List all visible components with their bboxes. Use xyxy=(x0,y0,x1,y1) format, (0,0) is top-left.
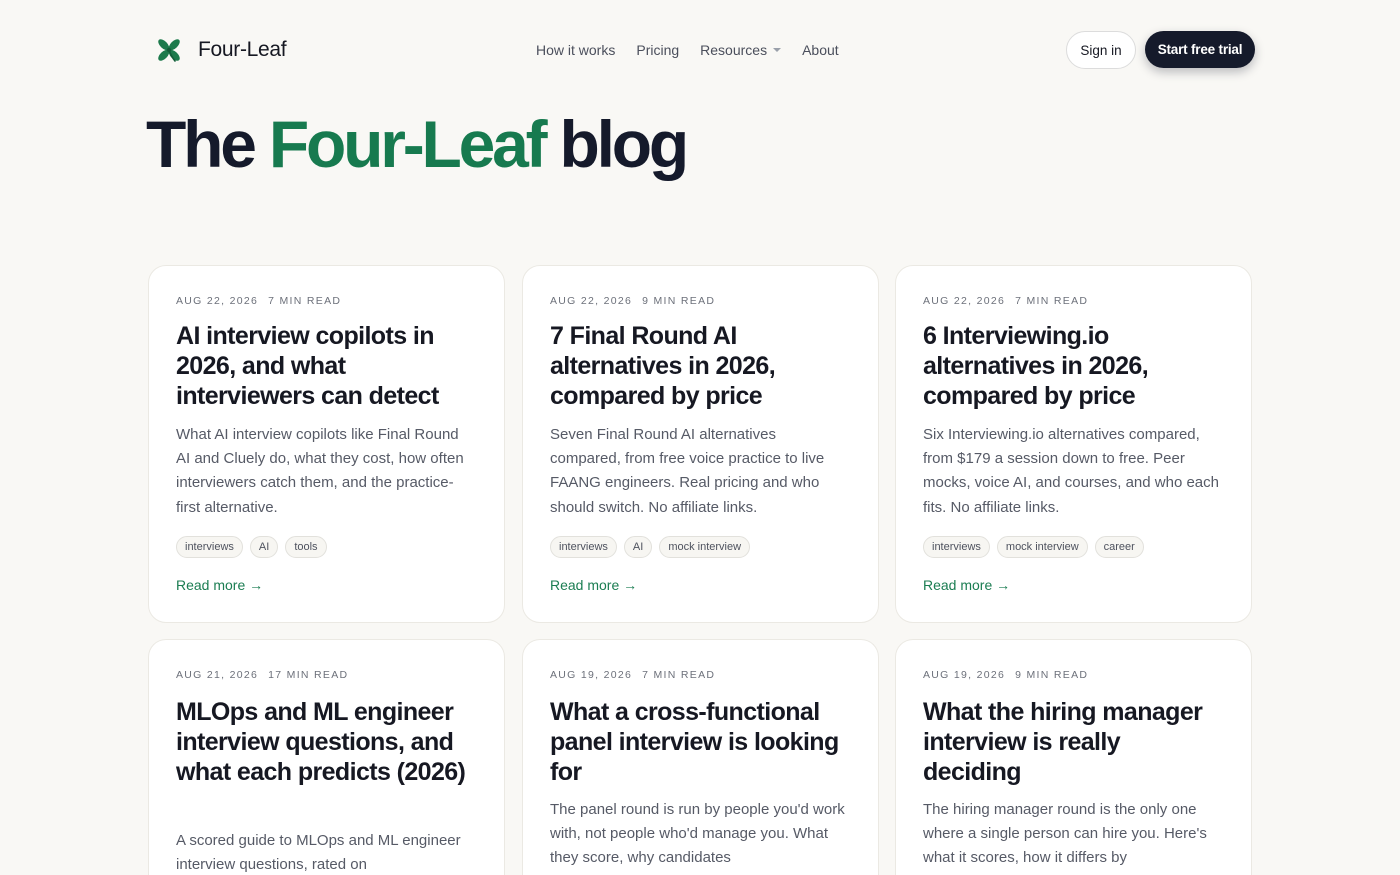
post-title[interactable]: AI interview copilots in 2026, and what … xyxy=(176,321,476,411)
post-tags: interviews mock interview career xyxy=(923,536,1144,558)
main-nav: How it works Pricing Resources About xyxy=(536,40,839,60)
read-more-link[interactable]: Read more → xyxy=(550,577,637,593)
brand-logo[interactable]: Four-Leaf xyxy=(152,34,287,66)
post-date: AUG 22, 2026 xyxy=(923,295,1006,307)
post-card[interactable]: AUG 22, 2026 9 MIN READ 7 Final Round AI … xyxy=(522,265,879,623)
post-excerpt: Six Interviewing.io alternatives compare… xyxy=(923,426,1219,516)
post-title[interactable]: MLOps and ML engineer interview question… xyxy=(176,697,476,787)
post-meta: AUG 22, 2026 7 MIN READ xyxy=(176,295,341,307)
post-meta: AUG 22, 2026 7 MIN READ xyxy=(923,295,1088,307)
post-title[interactable]: 6 Interviewing.io alternatives in 2026, … xyxy=(923,321,1223,411)
post-date: AUG 22, 2026 xyxy=(550,295,633,307)
post-meta: AUG 21, 2026 17 MIN READ xyxy=(176,669,348,681)
tag-chip[interactable]: mock interview xyxy=(659,536,751,558)
sign-in-button[interactable]: Sign in xyxy=(1066,31,1136,69)
post-meta: AUG 19, 2026 7 MIN READ xyxy=(550,669,715,681)
post-card[interactable]: AUG 22, 2026 7 MIN READ AI interview copi… xyxy=(148,265,505,623)
nav-label: How it works xyxy=(536,42,616,58)
title-accent: Four-Leaf xyxy=(268,107,548,181)
read-more-link[interactable]: Read more → xyxy=(176,577,263,593)
tag-chip[interactable]: tools xyxy=(285,536,327,558)
post-date: AUG 19, 2026 xyxy=(923,669,1006,681)
start-free-trial-button[interactable]: Start free trial xyxy=(1145,31,1255,68)
blog-page: Four-Leaf How it works Pricing Resources… xyxy=(0,0,1400,875)
post-read-time: 9 MIN READ xyxy=(1015,669,1089,681)
tag-chip[interactable]: interviews xyxy=(176,536,243,558)
brand-name: Four-Leaf xyxy=(198,38,287,61)
nav-resources-dropdown[interactable]: Resources xyxy=(700,42,782,58)
tag-chip[interactable]: AI xyxy=(623,536,653,558)
title-prefix: The xyxy=(146,107,257,181)
post-tags: interviews AI mock interview xyxy=(550,536,751,558)
four-leaf-icon xyxy=(152,35,186,65)
nav-about[interactable]: About xyxy=(802,42,839,58)
tag-chip[interactable]: interviews xyxy=(923,536,990,558)
post-excerpt: The hiring manager round is the only one… xyxy=(923,801,1207,867)
post-read-time: 7 MIN READ xyxy=(1015,295,1089,307)
tag-chip[interactable]: AI xyxy=(249,536,279,558)
post-meta: AUG 19, 2026 9 MIN READ xyxy=(923,669,1088,681)
post-card[interactable]: AUG 19, 2026 7 MIN READ What a cross-func… xyxy=(522,639,879,875)
nav-pricing[interactable]: Pricing xyxy=(636,42,679,58)
nav-how-it-works[interactable]: How it works xyxy=(536,42,615,58)
post-read-time: 17 MIN READ xyxy=(268,669,349,681)
post-card[interactable]: AUG 21, 2026 17 MIN READ MLOps and ML eng… xyxy=(148,639,505,875)
post-excerpt: What AI interview copilots like Final Ro… xyxy=(176,426,464,516)
post-date: AUG 22, 2026 xyxy=(176,295,259,307)
nav-label: Pricing xyxy=(636,42,680,58)
post-title[interactable]: 7 Final Round AI alternatives in 2026, c… xyxy=(550,321,850,411)
post-read-time: 7 MIN READ xyxy=(642,669,716,681)
post-read-time: 7 MIN READ xyxy=(268,295,342,307)
post-tags: interviews AI tools xyxy=(176,536,327,558)
post-date: AUG 19, 2026 xyxy=(550,669,633,681)
post-title[interactable]: What a cross-functional panel interview … xyxy=(550,697,850,787)
read-more-link[interactable]: Read more → xyxy=(923,577,1010,593)
site-header: Four-Leaf How it works Pricing Resources… xyxy=(0,0,1400,100)
tag-chip[interactable]: career xyxy=(1094,536,1144,558)
tag-chip[interactable]: mock interview xyxy=(996,536,1088,558)
page-title: The Four-Leaf blog xyxy=(146,104,690,184)
post-read-time: 9 MIN READ xyxy=(642,295,716,307)
post-date: AUG 21, 2026 xyxy=(176,669,259,681)
chevron-down-icon xyxy=(773,48,782,52)
nav-label: Resources xyxy=(700,42,768,58)
post-excerpt: Seven Final Round AI alternatives compar… xyxy=(550,426,825,516)
post-excerpt: The panel round is run by people you'd w… xyxy=(550,801,845,867)
post-card[interactable]: AUG 22, 2026 7 MIN READ 6 Interviewing.io… xyxy=(895,265,1252,623)
tag-chip[interactable]: interviews xyxy=(550,536,617,558)
title-suffix: blog xyxy=(559,107,690,181)
post-card[interactable]: AUG 19, 2026 9 MIN READ What the hiring m… xyxy=(895,639,1252,875)
nav-label: About xyxy=(802,42,839,58)
post-excerpt: A scored guide to MLOps and ML engineer … xyxy=(176,832,461,874)
post-title[interactable]: What the hiring manager interview is rea… xyxy=(923,697,1223,787)
post-meta: AUG 22, 2026 9 MIN READ xyxy=(550,295,715,307)
